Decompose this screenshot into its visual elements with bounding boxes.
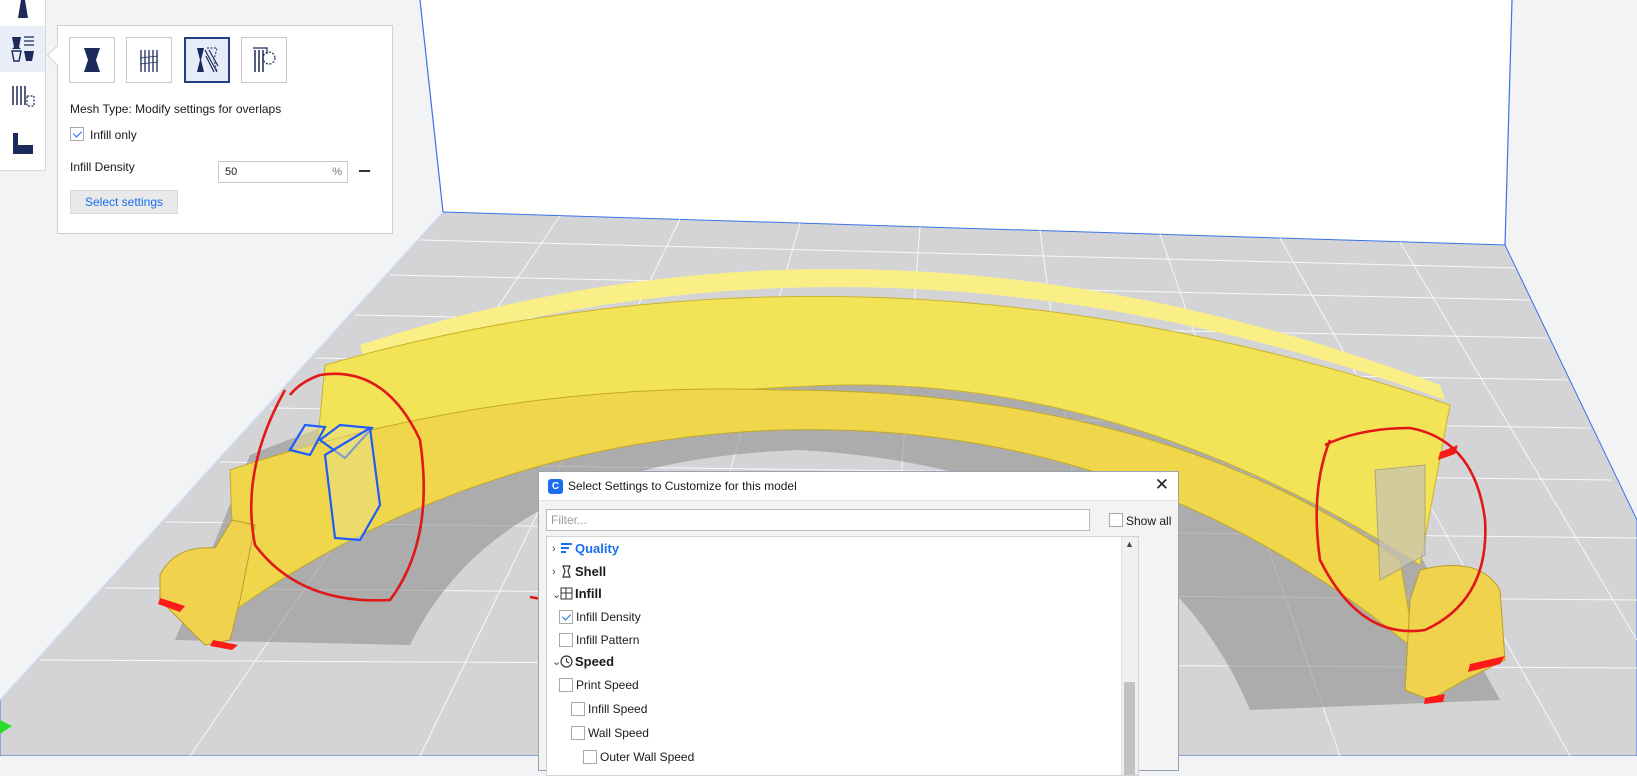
remove-setting-icon[interactable] bbox=[359, 170, 370, 172]
chevron-right-icon[interactable]: › bbox=[552, 566, 556, 578]
mesh-type-support-button[interactable] bbox=[126, 37, 172, 83]
mesh-tool[interactable] bbox=[0, 74, 45, 120]
settings-tree: › Quality › Shell ⌄ Infill Infill Densit… bbox=[546, 536, 1139, 776]
setting-outer-wall-speed: Outer Wall Speed bbox=[600, 750, 695, 764]
infill-icon bbox=[560, 587, 573, 600]
infill-only-label: Infill only bbox=[90, 128, 137, 142]
infill-only-checkbox[interactable] bbox=[70, 127, 84, 141]
setting-wall-speed: Wall Speed bbox=[588, 726, 649, 740]
left-toolbar bbox=[0, 0, 46, 171]
setting-infill-pattern: Infill Pattern bbox=[576, 633, 640, 647]
category-speed[interactable]: Speed bbox=[575, 654, 614, 669]
per-model-settings-panel: Mesh Type: Modify settings for overlaps … bbox=[57, 25, 393, 234]
category-quality[interactable]: Quality bbox=[575, 541, 619, 556]
infill-pattern-checkbox[interactable] bbox=[559, 633, 573, 647]
chevron-right-icon[interactable]: › bbox=[552, 543, 556, 555]
infill-density-checkbox[interactable] bbox=[559, 610, 573, 624]
infill-density-label: Infill Density bbox=[70, 160, 135, 174]
support-blocker-icon bbox=[17, 0, 28, 18]
infill-speed-checkbox[interactable] bbox=[571, 702, 585, 716]
category-shell[interactable]: Shell bbox=[575, 564, 606, 579]
wall-speed-checkbox[interactable] bbox=[571, 726, 585, 740]
select-settings-button[interactable]: Select settings bbox=[70, 190, 178, 214]
per-model-settings-icon bbox=[10, 36, 34, 62]
support-tool[interactable] bbox=[0, 120, 45, 166]
setting-infill-speed: Infill Speed bbox=[588, 702, 648, 716]
mesh-type-cutting-mesh-button[interactable] bbox=[241, 37, 287, 83]
scrollbar-thumb[interactable] bbox=[1124, 682, 1135, 775]
setting-print-speed: Print Speed bbox=[576, 678, 639, 692]
shell-icon bbox=[562, 565, 571, 578]
mesh-type-label: Mesh Type: Modify settings for overlaps bbox=[70, 102, 282, 116]
show-all-label: Show all bbox=[1126, 514, 1172, 528]
print-speed-checkbox[interactable] bbox=[559, 678, 573, 692]
infill-density-input[interactable]: 50 % bbox=[218, 161, 348, 183]
dialog-title: Select Settings to Customize for this mo… bbox=[568, 479, 797, 493]
infill-density-value: 50 bbox=[225, 166, 238, 178]
support-step-icon bbox=[12, 133, 33, 154]
outer-wall-speed-checkbox[interactable] bbox=[583, 750, 597, 764]
filter-input[interactable]: Filter... bbox=[546, 509, 1090, 531]
category-infill[interactable]: Infill bbox=[575, 586, 602, 601]
per-model-settings-tool[interactable] bbox=[0, 26, 45, 72]
show-all-checkbox[interactable] bbox=[1109, 513, 1123, 527]
infill-density-unit: % bbox=[332, 166, 342, 178]
infill-mesh-icon bbox=[197, 47, 219, 73]
mesh-type-normal-button[interactable] bbox=[69, 37, 115, 83]
cura-app-icon: C bbox=[548, 479, 563, 494]
dialog-titlebar: C Select Settings to Customize for this … bbox=[539, 472, 1178, 501]
build-volume-back-wall bbox=[420, 0, 1512, 245]
close-icon[interactable]: ✕ bbox=[1155, 475, 1169, 495]
speed-icon bbox=[560, 655, 573, 668]
scroll-up-icon[interactable]: ▲ bbox=[1125, 539, 1134, 549]
cutting-mesh-icon bbox=[253, 47, 276, 72]
normal-model-icon bbox=[84, 48, 100, 72]
quality-icon bbox=[561, 543, 572, 553]
setting-infill-density: Infill Density bbox=[576, 610, 641, 624]
select-settings-dialog: C Select Settings to Customize for this … bbox=[538, 471, 1179, 776]
mesh-type-infill-mesh-button[interactable] bbox=[184, 37, 230, 83]
tree-scrollbar[interactable]: ▲ bbox=[1121, 537, 1138, 775]
mesh-tool-icon bbox=[11, 86, 35, 107]
support-mesh-icon bbox=[139, 50, 159, 72]
